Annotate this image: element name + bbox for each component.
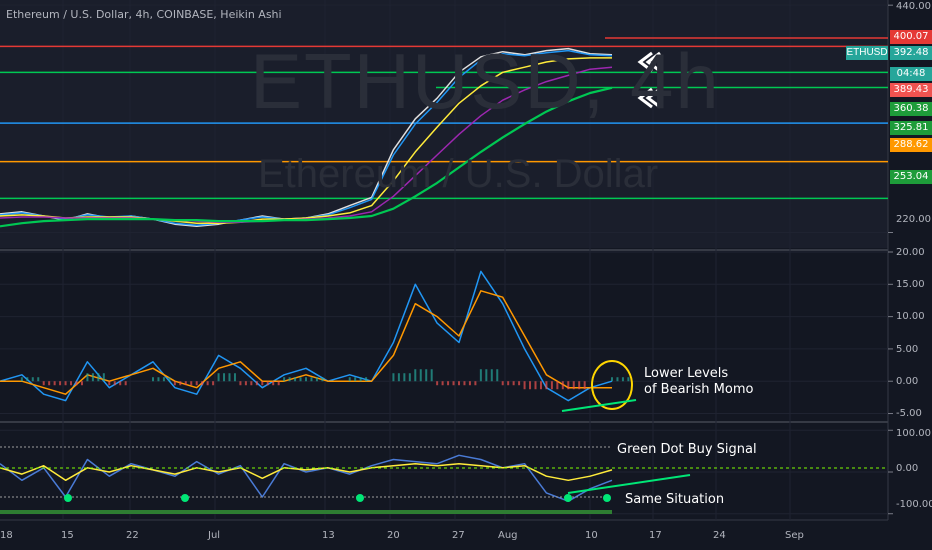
price-tag: 288.62 bbox=[890, 138, 932, 152]
trend-line bbox=[567, 474, 691, 494]
green-dot-signal bbox=[356, 494, 364, 502]
y-tick-label: -100.00 bbox=[896, 499, 932, 510]
x-tick-label: Aug bbox=[498, 530, 518, 541]
y-tick-label: 0.00 bbox=[896, 463, 919, 474]
y-tick-label: 15.00 bbox=[896, 279, 925, 290]
price-tag: 253.04 bbox=[890, 170, 932, 184]
price-tag: 04:48 bbox=[890, 67, 932, 81]
x-tick-label: Sep bbox=[785, 530, 804, 541]
x-tick-label: 22 bbox=[126, 530, 139, 541]
watermark-symbol: ETHUSD, 4h bbox=[250, 37, 721, 125]
x-tick-label: 15 bbox=[61, 530, 74, 541]
annotation-momo-2: of Bearish Momo bbox=[644, 382, 754, 397]
y-tick-label: 5.00 bbox=[896, 344, 919, 355]
green-dot-signal bbox=[64, 494, 72, 502]
oscillator-pane bbox=[0, 446, 888, 514]
price-tag: 325.81 bbox=[890, 121, 932, 135]
price-tag: 392.48 bbox=[890, 46, 932, 60]
green-dot-signal bbox=[603, 494, 611, 502]
watermark-name: Ethereum / U.S. Dollar bbox=[258, 152, 659, 196]
price-tag: 400.07 bbox=[890, 30, 932, 44]
trend-line bbox=[561, 399, 637, 412]
y-tick-label: 220.00 bbox=[896, 214, 931, 225]
annotation-momo-1: Lower Levels bbox=[644, 366, 729, 381]
y-tick-label: 0.00 bbox=[896, 376, 919, 387]
chart-title: Ethereum / U.S. Dollar, 4h, COINBASE, He… bbox=[6, 8, 282, 21]
y-tick-label: 440.00 bbox=[896, 1, 931, 12]
green-dot-signal bbox=[564, 494, 572, 502]
annotation-same-situation: Same Situation bbox=[625, 492, 725, 507]
y-tick-label: 10.00 bbox=[896, 311, 925, 322]
green-dot-signal bbox=[181, 494, 189, 502]
x-tick-label: 20 bbox=[387, 530, 400, 541]
price-tag: 389.43 bbox=[890, 83, 932, 97]
x-tick-label: 13 bbox=[322, 530, 335, 541]
annotation-green-dot: Green Dot Buy Signal bbox=[617, 442, 757, 457]
x-tick-label: 24 bbox=[713, 530, 726, 541]
symbol-tag: ETHUSD bbox=[846, 46, 888, 60]
x-tick-label: 17 bbox=[649, 530, 662, 541]
price-tag: 360.38 bbox=[890, 102, 932, 116]
signal-strip bbox=[0, 510, 612, 514]
y-tick-label: -5.00 bbox=[896, 408, 922, 419]
x-tick-label: 27 bbox=[452, 530, 465, 541]
y-tick-label: 20.00 bbox=[896, 247, 925, 258]
x-tick-label: 18 bbox=[0, 530, 13, 541]
x-tick-label: Jul bbox=[208, 530, 221, 541]
y-tick-label: 100.00 bbox=[896, 428, 931, 439]
x-tick-label: 10 bbox=[585, 530, 598, 541]
series-line bbox=[0, 454, 613, 502]
